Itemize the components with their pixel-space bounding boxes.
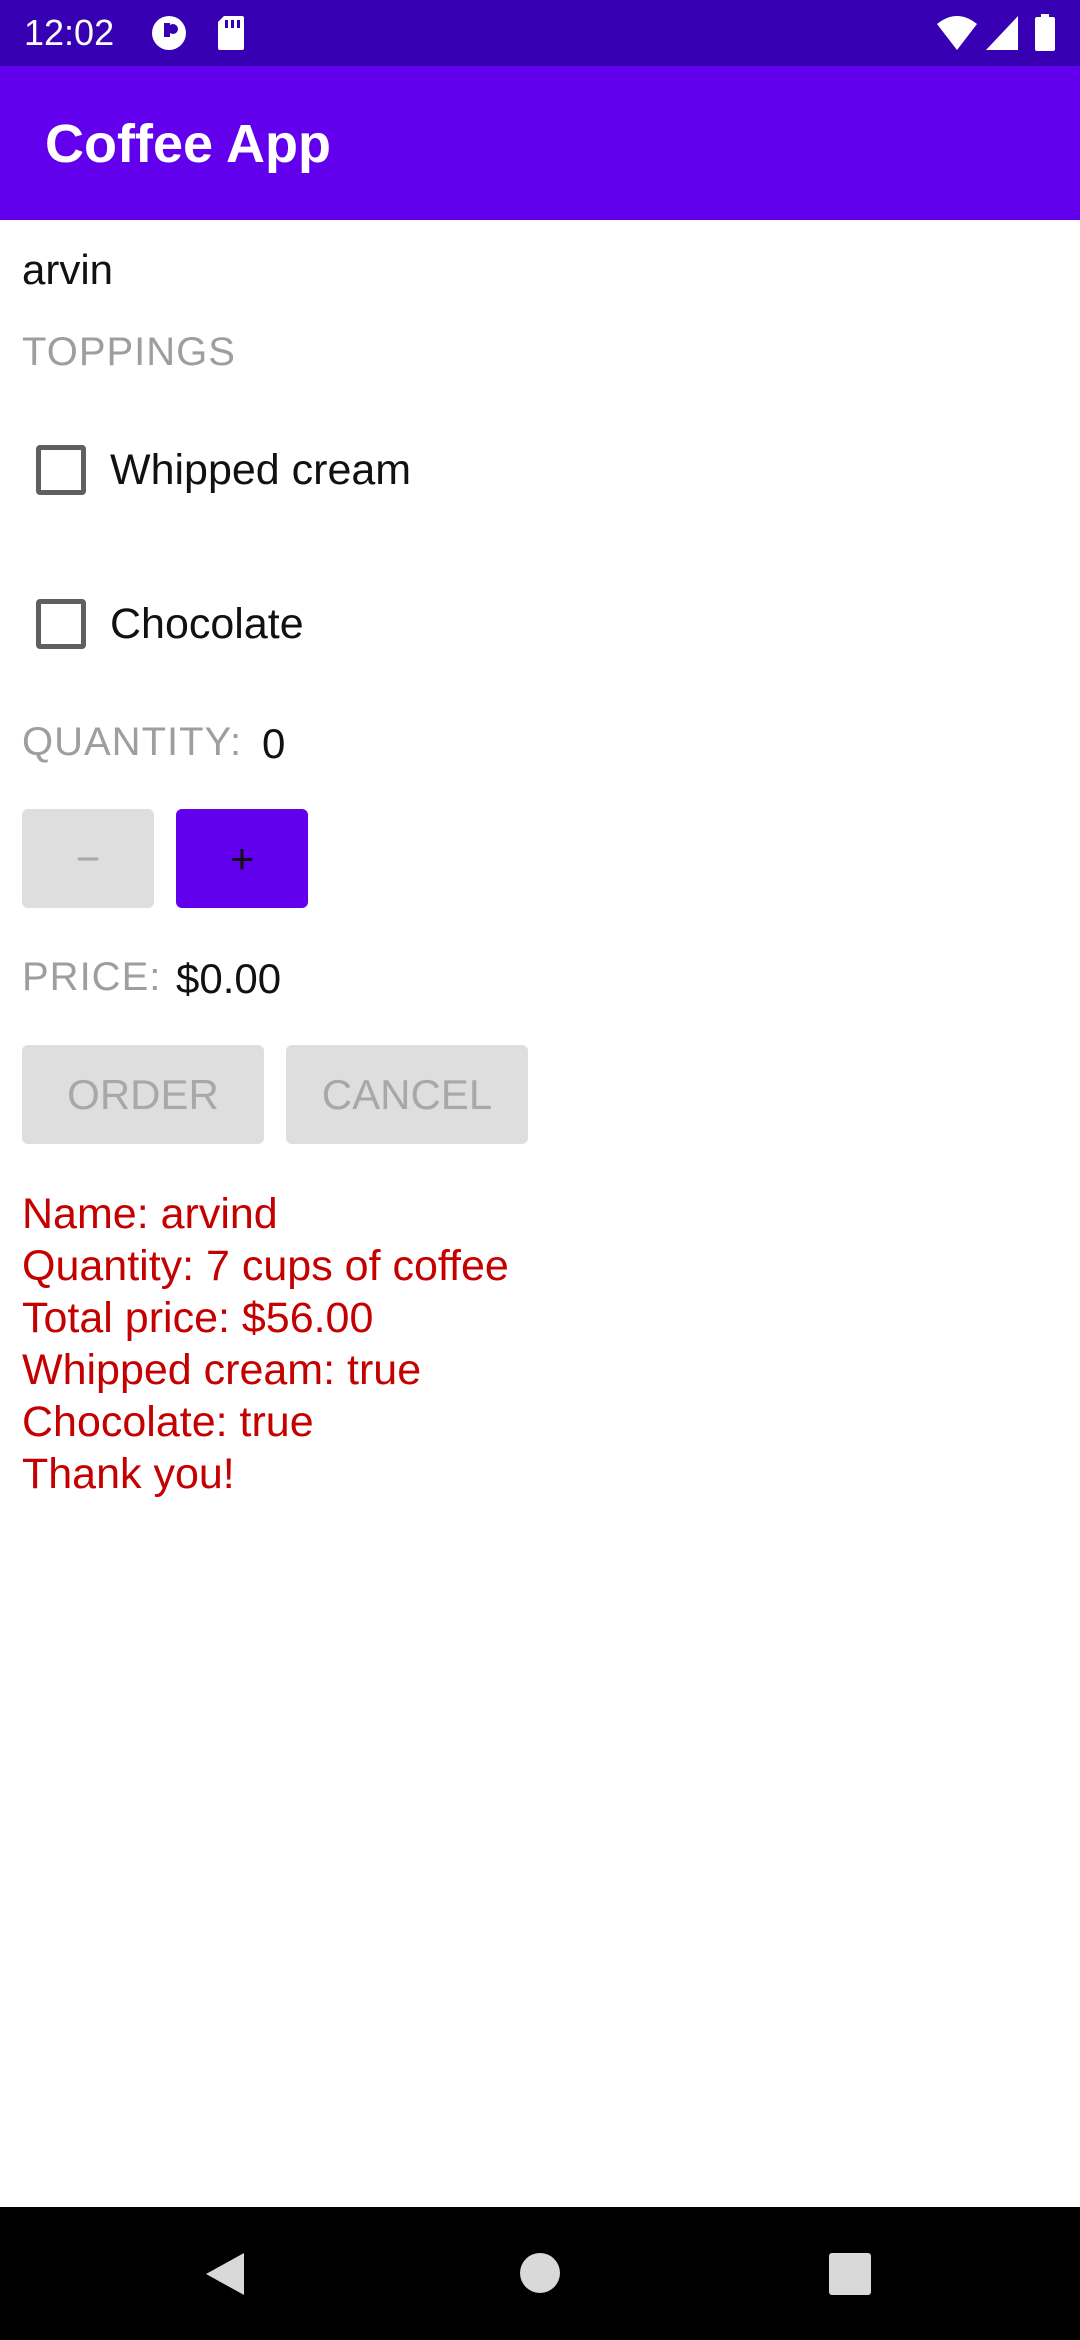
app-bar: Coffee App — [0, 66, 1080, 220]
whipped-cream-checkbox[interactable]: Whipped cream — [36, 430, 411, 510]
price-value: $0.00 — [176, 955, 282, 1002]
price-label: PRICE: — [22, 955, 162, 999]
checkbox-icon[interactable] — [36, 445, 86, 495]
back-icon[interactable] — [202, 2251, 248, 2297]
name-input[interactable]: arvin — [22, 246, 113, 294]
order-summary: Name: arvind Quantity: 7 cups of coffee … — [22, 1188, 509, 1500]
status-time: 12:02 — [24, 12, 115, 53]
quantity-label: QUANTITY: — [22, 720, 243, 764]
summary-line: Quantity: 7 cups of coffee — [22, 1242, 509, 1290]
checkbox-icon[interactable] — [36, 599, 86, 649]
summary-line: Chocolate: true — [22, 1398, 314, 1446]
summary-line: Name: arvind — [22, 1190, 278, 1238]
app-notification-icon — [152, 16, 186, 50]
chocolate-label: Chocolate — [110, 599, 304, 648]
app-title: Coffee App — [45, 114, 331, 174]
sd-card-icon — [218, 16, 244, 50]
recents-icon[interactable] — [829, 2253, 871, 2295]
cancel-button[interactable]: CANCEL — [286, 1045, 528, 1144]
increment-button[interactable]: + — [176, 809, 308, 908]
whipped-cream-label: Whipped cream — [110, 445, 412, 494]
decrement-button[interactable]: − — [22, 809, 154, 908]
summary-line: Thank you! — [22, 1450, 235, 1498]
battery-icon — [1035, 14, 1055, 51]
home-icon[interactable] — [518, 2251, 562, 2295]
order-button[interactable]: ORDER — [22, 1045, 264, 1144]
quantity-value: 0 — [262, 720, 286, 767]
navigation-bar — [0, 2207, 1080, 2340]
chocolate-checkbox[interactable]: Chocolate — [36, 584, 304, 664]
summary-line: Total price: $56.00 — [22, 1294, 374, 1342]
summary-line: Whipped cream: true — [22, 1346, 422, 1394]
cell-signal-icon — [986, 16, 1018, 50]
wifi-icon — [937, 16, 977, 50]
main-content: arvin TOPPINGS Whipped cream Chocolate Q… — [0, 220, 1080, 2207]
status-bar: 12:02 — [0, 0, 1080, 66]
toppings-label: TOPPINGS — [22, 330, 236, 374]
